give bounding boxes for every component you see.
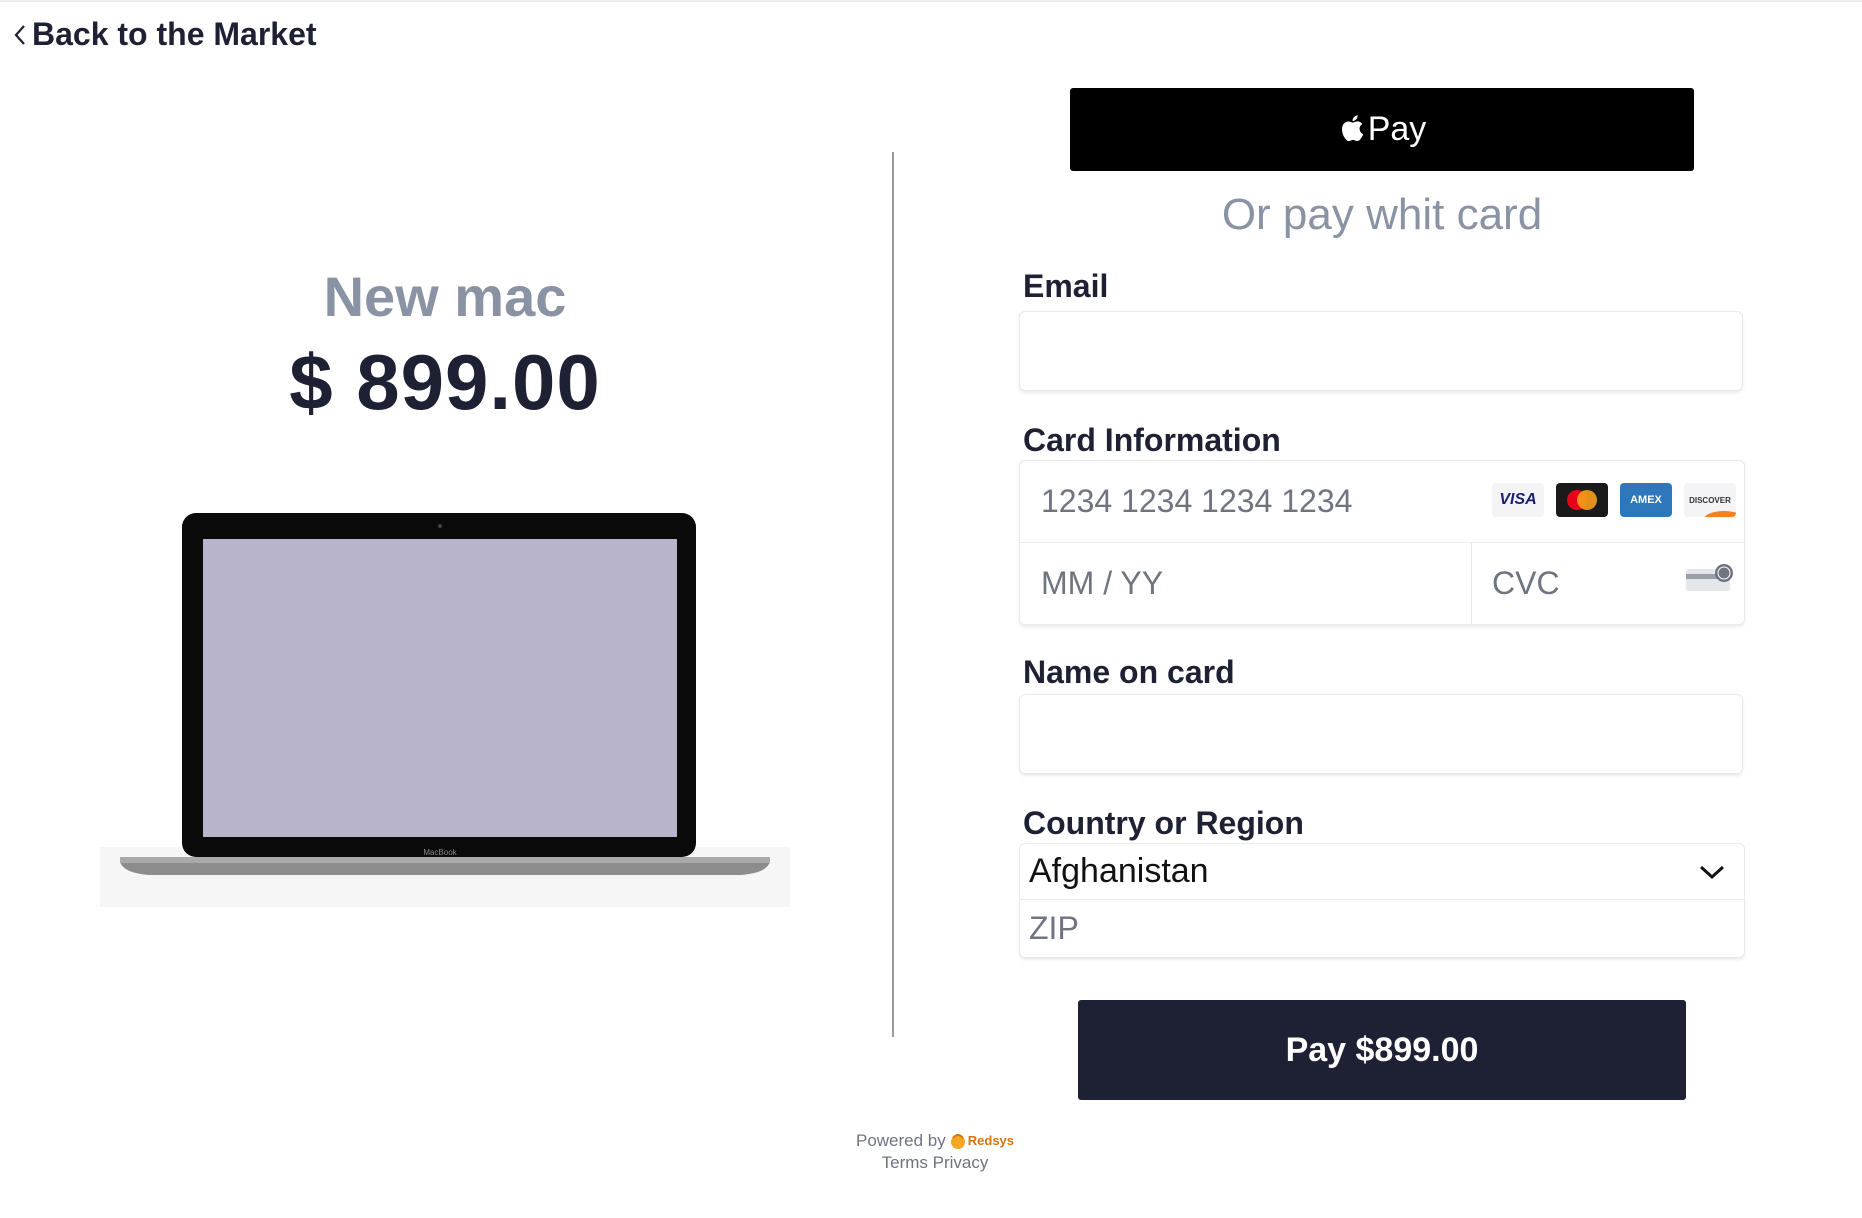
email-field[interactable] (1019, 311, 1743, 391)
expiry-field[interactable]: MM / YY (1020, 543, 1472, 625)
name-on-card-field[interactable] (1019, 694, 1743, 774)
pay-button-label: Pay $899.00 (1285, 1030, 1479, 1069)
back-link-label: Back to the Market (32, 16, 317, 52)
apple-pay-label: Pay (1367, 110, 1427, 148)
laptop-brand-text: MacBook (423, 848, 457, 857)
privacy-link[interactable]: Privacy (933, 1153, 989, 1172)
card-information-label: Card Information (1023, 422, 1281, 458)
product-name: New mac (323, 265, 567, 328)
column-divider (892, 152, 894, 1037)
cvc-placeholder: CVC (1492, 565, 1560, 601)
checkout-page: Back to the Market New mac $ 899.00 MacB… (0, 0, 1862, 1218)
terms-link[interactable]: Terms (882, 1153, 928, 1172)
country-region-label: Country or Region (1023, 805, 1304, 841)
cvc-card-icon (1686, 564, 1733, 591)
cvc-field[interactable]: CVC (1472, 543, 1744, 625)
chevron-left-icon (14, 24, 25, 45)
discover-icon: DISCOVER (1684, 483, 1736, 517)
zip-field[interactable]: ZIP (1019, 900, 1745, 958)
or-pay-with-card-text: Or pay whit card (1221, 190, 1543, 239)
card-information-group: 1234 1234 1234 1234 VISA AMEX DISCOVER M… (1019, 460, 1745, 625)
back-to-market-link[interactable]: Back to the Market (12, 16, 317, 53)
footer: Powered by Redsys Terms Privacy (790, 1130, 1080, 1174)
redsys-logo: Redsys (949, 1130, 1014, 1152)
country-selected-value: Afghanistan (1029, 852, 1209, 890)
amex-icon: AMEX (1620, 483, 1672, 517)
name-on-card-label: Name on card (1023, 654, 1235, 690)
apple-pay-button[interactable]: Pay (1070, 88, 1694, 171)
expiry-placeholder: MM / YY (1041, 565, 1164, 601)
laptop-image: MacBook (100, 513, 790, 907)
apple-logo-icon (1341, 114, 1363, 141)
card-number-field[interactable]: 1234 1234 1234 1234 VISA AMEX DISCOVER (1020, 461, 1744, 543)
visa-icon: VISA (1492, 483, 1544, 517)
pay-button[interactable]: Pay $899.00 (1078, 1000, 1686, 1100)
redsys-logo-text: Redsys (967, 1133, 1015, 1148)
email-label: Email (1023, 268, 1109, 304)
mastercard-icon (1556, 483, 1608, 517)
card-brands: VISA AMEX DISCOVER (1492, 483, 1736, 517)
zip-placeholder: ZIP (1029, 910, 1079, 946)
chevron-down-icon (1699, 865, 1725, 879)
card-number-placeholder: 1234 1234 1234 1234 (1041, 483, 1353, 519)
powered-by-text: Powered by (855, 1131, 946, 1150)
product-price: $ 899.00 (289, 338, 601, 426)
redsys-icon (950, 1134, 965, 1149)
country-select[interactable]: Afghanistan (1019, 843, 1745, 900)
